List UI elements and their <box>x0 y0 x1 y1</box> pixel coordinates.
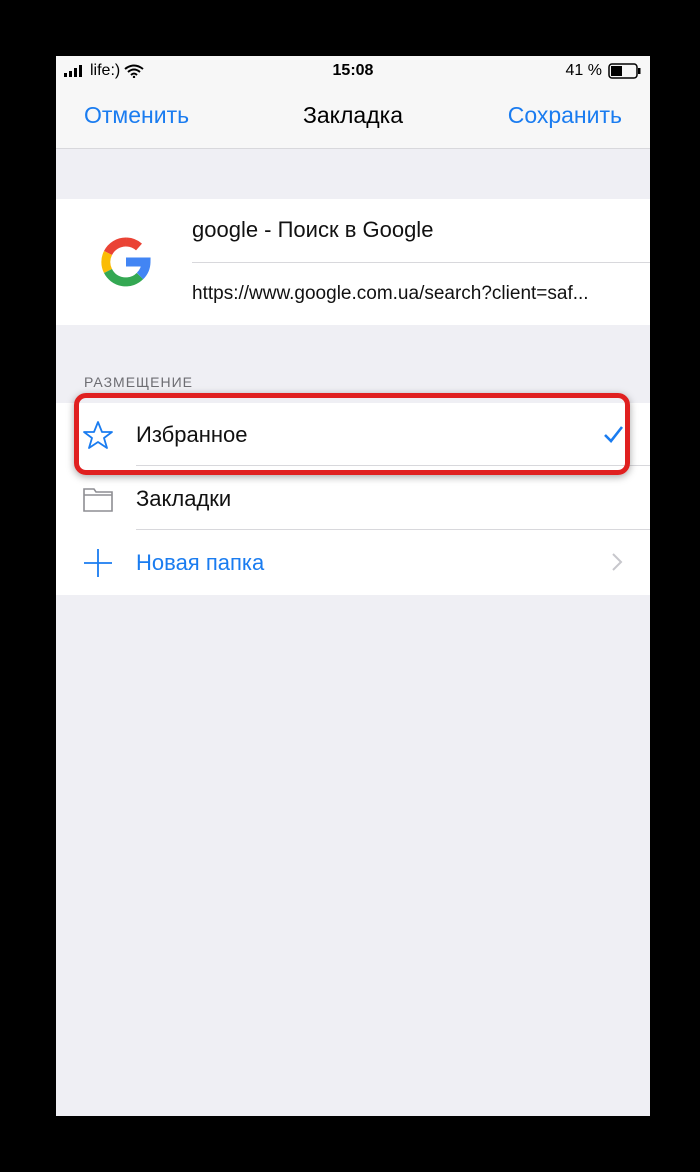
location-item-bookmarks[interactable]: Закладки <box>56 467 650 530</box>
location-item-label: Новая папка <box>136 550 265 575</box>
chevron-right-icon <box>612 553 623 571</box>
status-time: 15:08 <box>332 62 374 79</box>
location-item-new-folder[interactable]: Новая папка <box>56 531 650 594</box>
battery-icon <box>608 63 641 79</box>
save-button[interactable]: Сохранить <box>508 102 622 129</box>
google-logo <box>101 237 151 287</box>
section-header-location: РАЗМЕЩЕНИЕ <box>84 374 194 390</box>
phone-screen: life:) 15:08 41 % Отменить Закладка Сохр… <box>56 56 650 1116</box>
divider <box>192 262 650 263</box>
navigation-bar: Отменить Закладка Сохранить <box>56 86 650 149</box>
plus-icon <box>84 549 112 577</box>
bookmark-title-field[interactable]: google - Поиск в Google <box>192 217 433 243</box>
location-item-label: Закладки <box>136 486 232 511</box>
status-bar: life:) 15:08 41 % <box>56 56 650 86</box>
divider <box>136 529 650 530</box>
highlight-annotation <box>74 393 630 475</box>
battery-percent: 41 % <box>565 62 602 79</box>
status-right: 41 % <box>566 62 642 80</box>
bookmark-url-field: https://www.google.com.ua/search?client=… <box>192 283 589 304</box>
bookmark-card: google - Поиск в Google https://www.goog… <box>56 199 650 325</box>
folder-icon <box>83 488 113 512</box>
